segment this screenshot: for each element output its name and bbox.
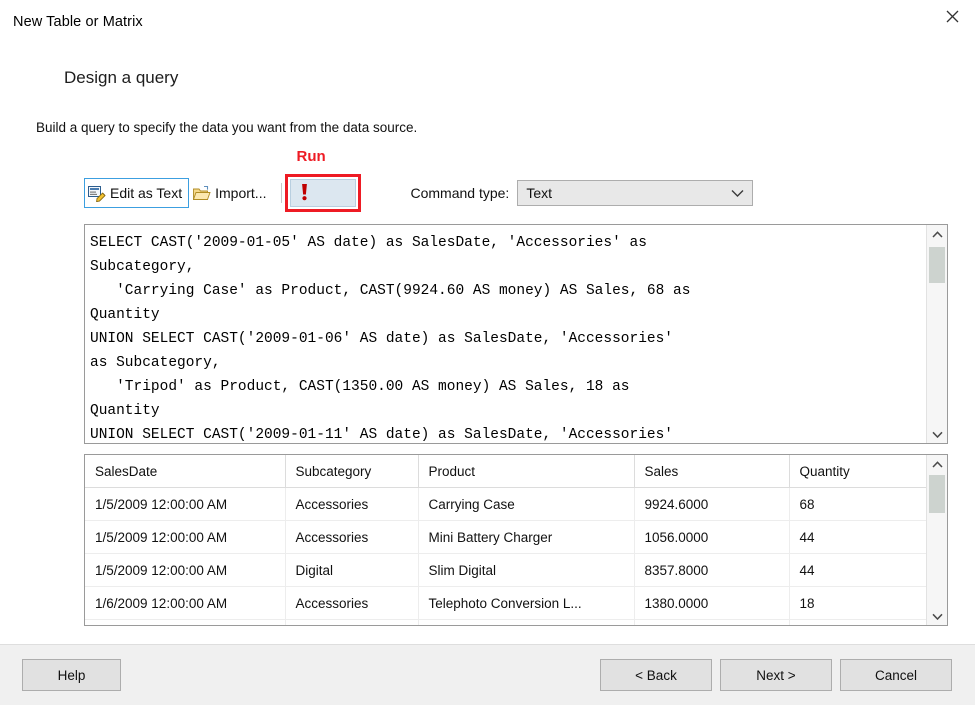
close-icon[interactable] bbox=[929, 0, 975, 32]
results-grid[interactable]: SalesDate Subcategory Product Sales Quan… bbox=[84, 454, 948, 626]
cell-salesdate: 1/5/2009 12:00:00 AM bbox=[85, 554, 285, 587]
window-title: New Table or Matrix bbox=[13, 14, 143, 30]
chevron-up-icon[interactable] bbox=[927, 225, 947, 243]
results-table: SalesDate Subcategory Product Sales Quan… bbox=[85, 455, 926, 625]
table-row[interactable]: 1/5/2009 12:00:00 AM Accessories Mini Ba… bbox=[85, 521, 926, 554]
edit-as-text-label: Edit as Text bbox=[110, 185, 182, 201]
cell-sales: 1380.0000 bbox=[634, 587, 789, 620]
column-header-sales[interactable]: Sales bbox=[634, 455, 789, 488]
dialog-footer: Help < Back Next > Cancel bbox=[0, 644, 975, 705]
command-type-select[interactable]: Text bbox=[517, 180, 753, 206]
table-row[interactable]: 1/5/2009 12:00:00 AM Digital Slim Digita… bbox=[85, 554, 926, 587]
cell-subcategory: Digital bbox=[285, 554, 418, 587]
cell-salesdate: 1/5/2009 12:00:00 AM bbox=[85, 521, 285, 554]
chevron-down-icon[interactable] bbox=[927, 607, 947, 625]
back-button[interactable]: < Back bbox=[600, 659, 712, 691]
cell-sales: 1056.0000 bbox=[634, 521, 789, 554]
cell-sales: 9924.6000 bbox=[634, 488, 789, 521]
folder-open-icon bbox=[193, 185, 211, 202]
import-label: Import... bbox=[215, 185, 266, 201]
results-grid-inner: SalesDate Subcategory Product Sales Quan… bbox=[85, 455, 926, 625]
dialog-content: Design a query Build a query to specify … bbox=[0, 44, 975, 645]
cell-subcategory: Accessories bbox=[285, 587, 418, 620]
cell-product: Carrying Case bbox=[418, 488, 634, 521]
cell-salesdate: 1/6/2009 12:00:00 AM bbox=[85, 587, 285, 620]
next-button[interactable]: Next > bbox=[720, 659, 832, 691]
cell-product: Mini Battery Charger bbox=[418, 521, 634, 554]
query-scroll-thumb[interactable] bbox=[929, 247, 945, 283]
run-annotation-label: Run bbox=[296, 148, 325, 165]
table-row[interactable]: 1/6/2009 12:00:00 AM Accessories Telepho… bbox=[85, 587, 926, 620]
cell-salesdate: 1/5/2009 12:00:00 AM bbox=[85, 488, 285, 521]
help-button[interactable]: Help bbox=[22, 659, 121, 691]
cell-quantity: 44 bbox=[789, 554, 926, 587]
cancel-button[interactable]: Cancel bbox=[840, 659, 952, 691]
edit-as-text-button[interactable]: Edit as Text bbox=[84, 178, 189, 208]
cell-quantity: 68 bbox=[789, 488, 926, 521]
query-toolbar: Edit as Text Import... bbox=[84, 176, 864, 210]
cell-subcategory: Accessories bbox=[285, 521, 418, 554]
edit-as-text-icon bbox=[88, 185, 106, 202]
table-row-empty[interactable] bbox=[85, 620, 926, 626]
query-text-editor[interactable]: SELECT CAST('2009-01-05' AS date) as Sal… bbox=[84, 224, 948, 444]
chevron-up-icon[interactable] bbox=[927, 455, 947, 473]
chevron-down-icon[interactable] bbox=[927, 425, 947, 443]
chevron-down-icon bbox=[731, 185, 744, 201]
page-title: Design a query bbox=[64, 68, 178, 88]
cell-product: Slim Digital bbox=[418, 554, 634, 587]
import-button[interactable]: Import... bbox=[189, 178, 273, 208]
cell-product: Telephoto Conversion L... bbox=[418, 587, 634, 620]
cell-sales: 8357.8000 bbox=[634, 554, 789, 587]
close-glyph bbox=[946, 10, 959, 23]
cell-subcategory: Accessories bbox=[285, 488, 418, 521]
results-scroll-thumb[interactable] bbox=[929, 475, 945, 513]
table-header-row: SalesDate Subcategory Product Sales Quan… bbox=[85, 455, 926, 488]
column-header-salesdate[interactable]: SalesDate bbox=[85, 455, 285, 488]
command-type-value: Text bbox=[526, 185, 552, 201]
run-exclamation-icon bbox=[300, 183, 309, 204]
column-header-product[interactable]: Product bbox=[418, 455, 634, 488]
run-button[interactable] bbox=[290, 179, 356, 207]
command-type-label: Command type: bbox=[410, 185, 509, 201]
window-titlebar: New Table or Matrix bbox=[0, 0, 975, 44]
column-header-subcategory[interactable]: Subcategory bbox=[285, 455, 418, 488]
query-text-content[interactable]: SELECT CAST('2009-01-05' AS date) as Sal… bbox=[85, 225, 926, 443]
query-vertical-scrollbar[interactable] bbox=[926, 225, 947, 443]
cell-quantity: 18 bbox=[789, 587, 926, 620]
page-description: Build a query to specify the data you wa… bbox=[36, 120, 417, 135]
column-header-quantity[interactable]: Quantity bbox=[789, 455, 926, 488]
run-button-group: Run bbox=[290, 179, 356, 207]
table-row[interactable]: 1/5/2009 12:00:00 AM Accessories Carryin… bbox=[85, 488, 926, 521]
cell-quantity: 44 bbox=[789, 521, 926, 554]
results-vertical-scrollbar[interactable] bbox=[926, 455, 947, 625]
toolbar-separator bbox=[281, 183, 282, 203]
